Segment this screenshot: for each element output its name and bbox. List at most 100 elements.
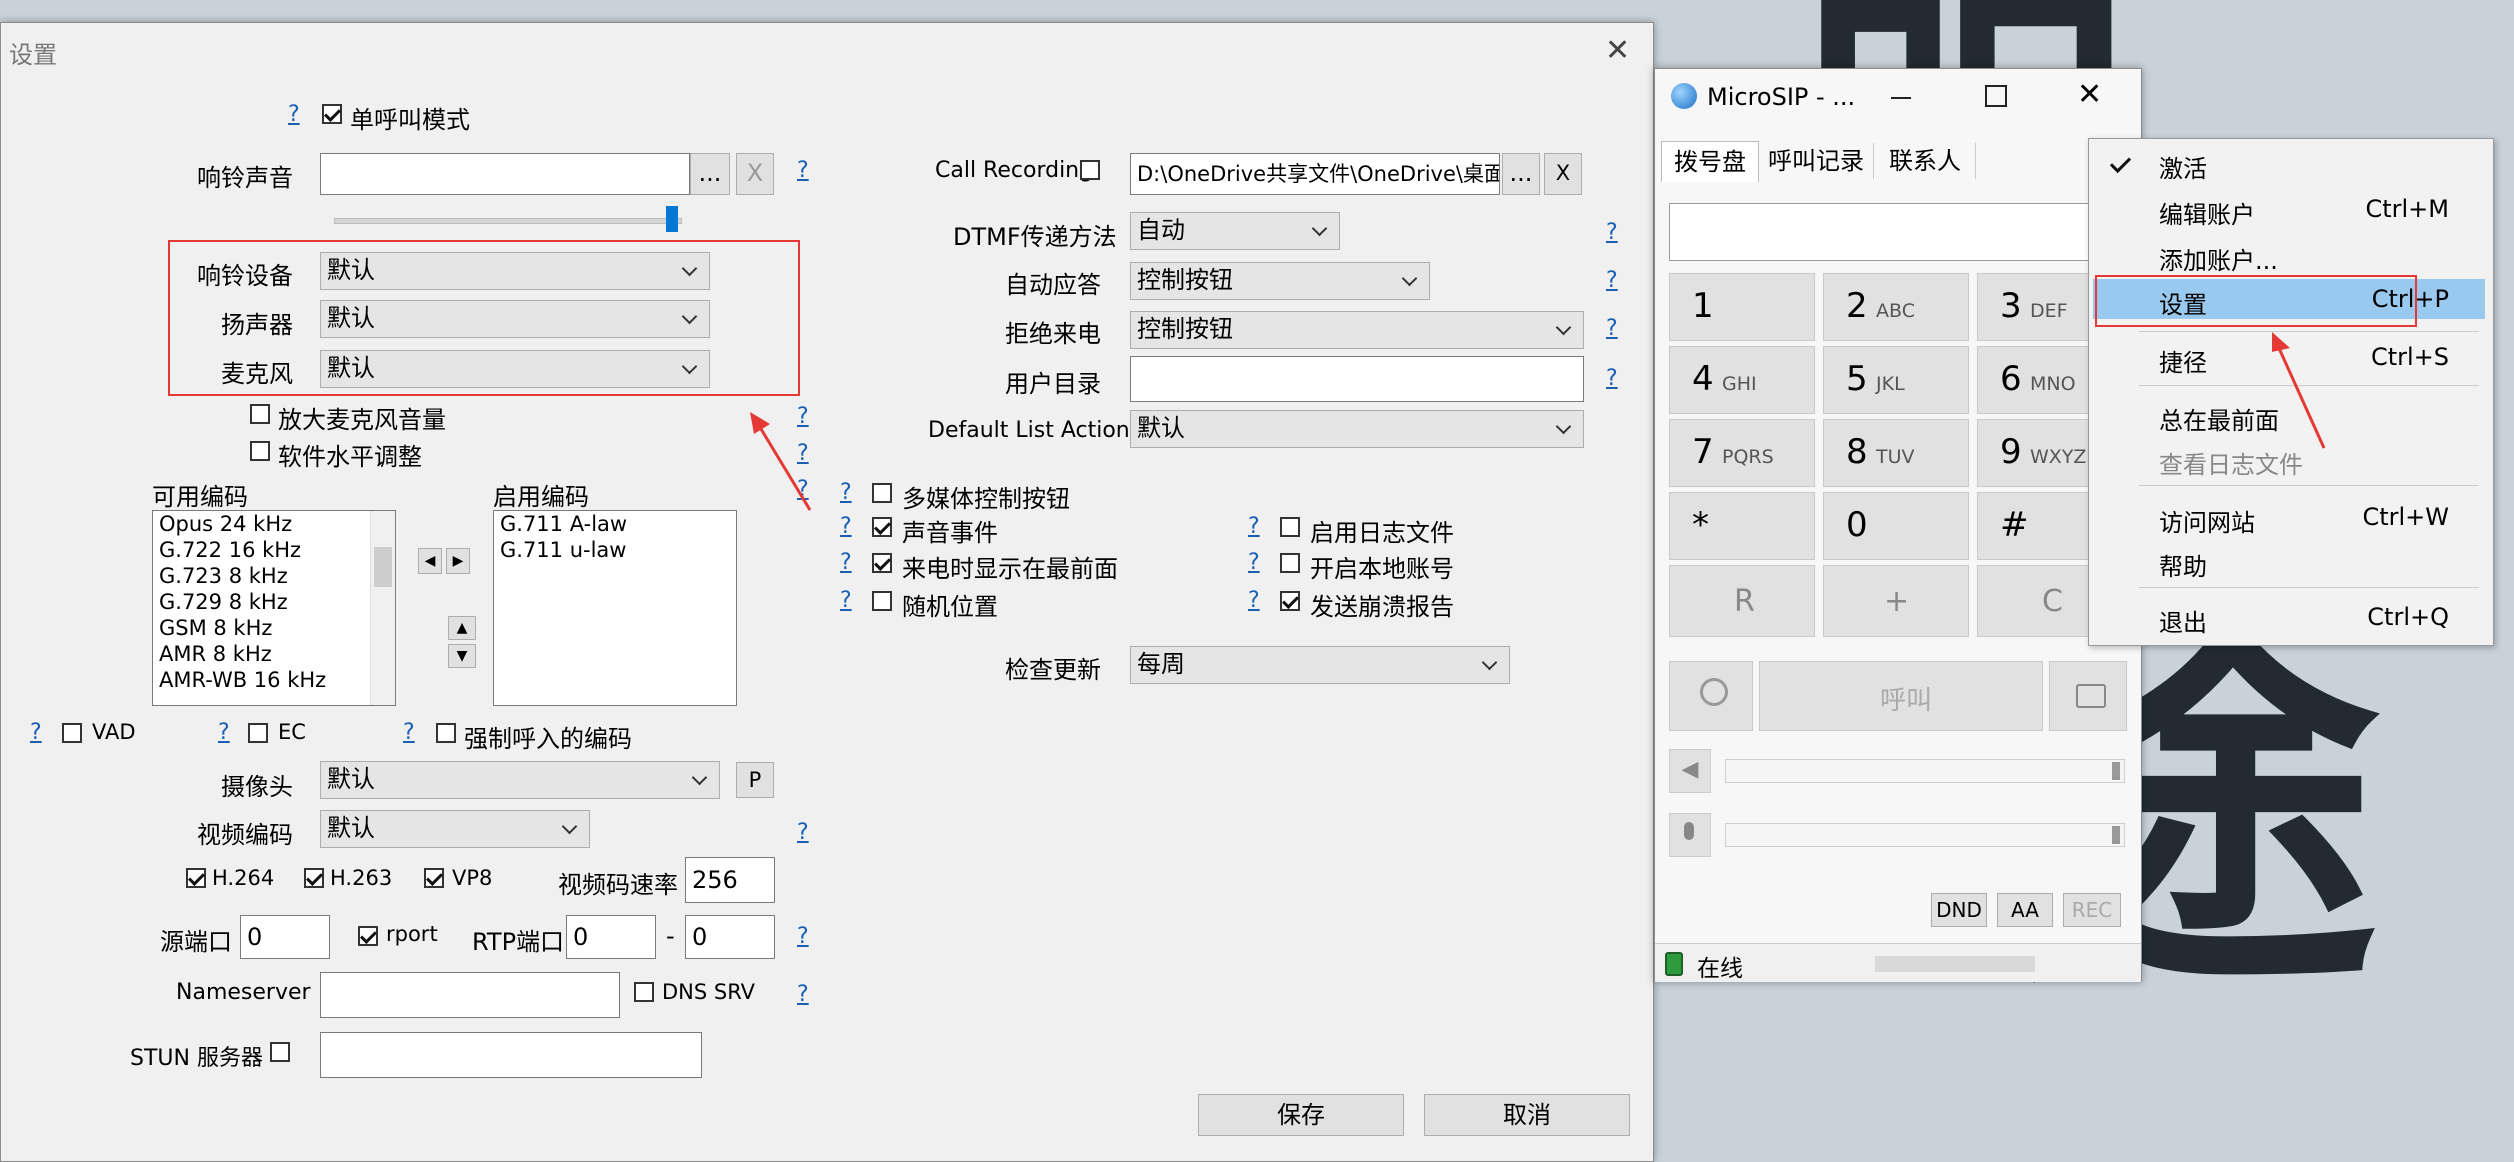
- move-up-button[interactable]: ▲: [448, 616, 476, 640]
- redial-key[interactable]: R: [1669, 565, 1815, 637]
- cancel-button[interactable]: 取消: [1424, 1094, 1630, 1136]
- help-link[interactable]: ?: [218, 720, 230, 745]
- vp8-checkbox[interactable]: [424, 868, 444, 888]
- rtp-port-to-input[interactable]: 0: [685, 915, 775, 959]
- help-link[interactable]: ?: [1248, 588, 1260, 613]
- menu-item-activate[interactable]: 激活: [2089, 143, 2489, 183]
- dial-key[interactable]: 8 TUV: [1823, 419, 1969, 487]
- camera-preview-button[interactable]: P: [736, 762, 774, 798]
- list-item[interactable]: G.711 A-law: [494, 511, 736, 537]
- slider-thumb[interactable]: [2112, 762, 2120, 780]
- help-link[interactable]: ?: [840, 588, 852, 613]
- scrollbar[interactable]: [370, 511, 395, 705]
- help-link[interactable]: ?: [1606, 316, 1618, 341]
- save-button[interactable]: 保存: [1198, 1094, 1404, 1136]
- dial-key[interactable]: 7 PQRS: [1669, 419, 1815, 487]
- video-call-button[interactable]: [1669, 661, 1753, 731]
- dial-key[interactable]: 4 GHI: [1669, 346, 1815, 414]
- list-item[interactable]: GSM 8 kHz: [153, 615, 395, 641]
- microphone-icon[interactable]: [1669, 813, 1711, 857]
- menu-item-edit-account[interactable]: 编辑账户 Ctrl+M: [2089, 189, 2489, 229]
- close-icon[interactable]: ✕: [1605, 33, 1630, 68]
- help-link[interactable]: ?: [288, 102, 300, 127]
- help-link[interactable]: ?: [1248, 550, 1260, 575]
- menu-item-exit[interactable]: 退出 Ctrl+Q: [2089, 597, 2489, 637]
- single-call-mode-checkbox[interactable]: [322, 104, 342, 124]
- ringtone-input[interactable]: [320, 153, 690, 195]
- mic-boost-checkbox[interactable]: [250, 404, 270, 424]
- enable-log-checkbox[interactable]: [1280, 517, 1300, 537]
- move-right-button[interactable]: ▶: [446, 548, 470, 574]
- stun-checkbox[interactable]: [270, 1042, 290, 1062]
- ec-checkbox[interactable]: [248, 723, 268, 743]
- help-link[interactable]: ?: [840, 550, 852, 575]
- call-recording-checkbox[interactable]: [1080, 160, 1100, 180]
- check-updates-select[interactable]: 每周: [1130, 646, 1510, 684]
- ringtone-clear-button[interactable]: X: [736, 153, 774, 195]
- slider-thumb[interactable]: [2112, 826, 2120, 844]
- reject-select[interactable]: 控制按钮: [1130, 311, 1584, 349]
- close-icon[interactable]: ✕: [2077, 77, 2102, 112]
- help-link[interactable]: ?: [840, 480, 852, 505]
- list-item[interactable]: G.711 u-law: [494, 537, 736, 563]
- default-list-action-select[interactable]: 默认: [1130, 410, 1584, 448]
- help-link[interactable]: ?: [797, 924, 809, 949]
- rtp-port-from-input[interactable]: 0: [566, 915, 656, 959]
- list-item[interactable]: G.723 8 kHz: [153, 563, 395, 589]
- help-link[interactable]: ?: [403, 720, 415, 745]
- nameserver-input[interactable]: [320, 972, 620, 1018]
- speaker-volume-slider[interactable]: [1725, 759, 2125, 783]
- aa-button[interactable]: AA: [1997, 893, 2053, 927]
- rport-checkbox[interactable]: [358, 926, 378, 946]
- tab-call-history[interactable]: 呼叫记录: [1759, 143, 1874, 179]
- help-link[interactable]: ?: [797, 820, 809, 845]
- help-link[interactable]: ?: [30, 720, 42, 745]
- menu-item-visit-website[interactable]: 访问网站 Ctrl+W: [2089, 497, 2489, 537]
- software-level-checkbox[interactable]: [250, 441, 270, 461]
- help-link[interactable]: ?: [1248, 514, 1260, 539]
- dial-key[interactable]: 1: [1669, 273, 1815, 341]
- list-item[interactable]: G.729 8 kHz: [153, 589, 395, 615]
- recording-clear-button[interactable]: X: [1544, 153, 1582, 195]
- video-codec-select[interactable]: 默认: [320, 810, 590, 848]
- video-bitrate-input[interactable]: 256: [685, 857, 775, 903]
- move-left-button[interactable]: ◀: [418, 548, 442, 574]
- force-codec-checkbox[interactable]: [436, 723, 456, 743]
- mic-volume-slider[interactable]: [1725, 823, 2125, 847]
- help-link[interactable]: ?: [797, 158, 809, 183]
- help-link[interactable]: ?: [1606, 366, 1618, 391]
- help-link[interactable]: ?: [797, 982, 809, 1007]
- tab-contacts[interactable]: 联系人: [1875, 143, 1976, 179]
- help-link[interactable]: ?: [1606, 268, 1618, 293]
- ringtone-browse-button[interactable]: ...: [690, 153, 730, 195]
- bring-to-front-checkbox[interactable]: [872, 553, 892, 573]
- enabled-codecs-list[interactable]: G.711 A-law G.711 u-law: [493, 510, 737, 706]
- help-link[interactable]: ?: [1606, 220, 1618, 245]
- plus-key[interactable]: +: [1823, 565, 1969, 637]
- recording-path-input[interactable]: D:\OneDrive共享文件\OneDrive\桌面: [1130, 153, 1500, 195]
- random-position-checkbox[interactable]: [872, 591, 892, 611]
- h263-checkbox[interactable]: [304, 868, 324, 888]
- dial-key[interactable]: 5 JKL: [1823, 346, 1969, 414]
- move-down-button[interactable]: ▼: [448, 644, 476, 668]
- h264-checkbox[interactable]: [186, 868, 206, 888]
- list-item[interactable]: Opus 24 kHz: [153, 511, 395, 537]
- ringtone-volume-slider[interactable]: [666, 206, 678, 232]
- rec-button[interactable]: REC: [2063, 893, 2121, 927]
- help-link[interactable]: ?: [840, 514, 852, 539]
- list-item[interactable]: G.722 16 kHz: [153, 537, 395, 563]
- message-button[interactable]: [2049, 661, 2127, 731]
- camera-select[interactable]: 默认: [320, 761, 720, 799]
- dtmf-select[interactable]: 自动: [1130, 212, 1340, 250]
- sound-events-checkbox[interactable]: [872, 517, 892, 537]
- available-codecs-list[interactable]: Opus 24 kHz G.722 16 kHz G.723 8 kHz G.7…: [152, 510, 396, 706]
- dns-srv-checkbox[interactable]: [634, 982, 654, 1002]
- user-dir-input[interactable]: [1130, 356, 1584, 402]
- dnd-button[interactable]: DND: [1931, 893, 1987, 927]
- stun-input[interactable]: [320, 1032, 702, 1078]
- menu-item-add-account[interactable]: 添加账户...: [2089, 235, 2489, 275]
- crash-report-checkbox[interactable]: [1280, 591, 1300, 611]
- list-item[interactable]: AMR 8 kHz: [153, 641, 395, 667]
- dial-key[interactable]: 2 ABC: [1823, 273, 1969, 341]
- dial-number-input[interactable]: [1669, 203, 2129, 261]
